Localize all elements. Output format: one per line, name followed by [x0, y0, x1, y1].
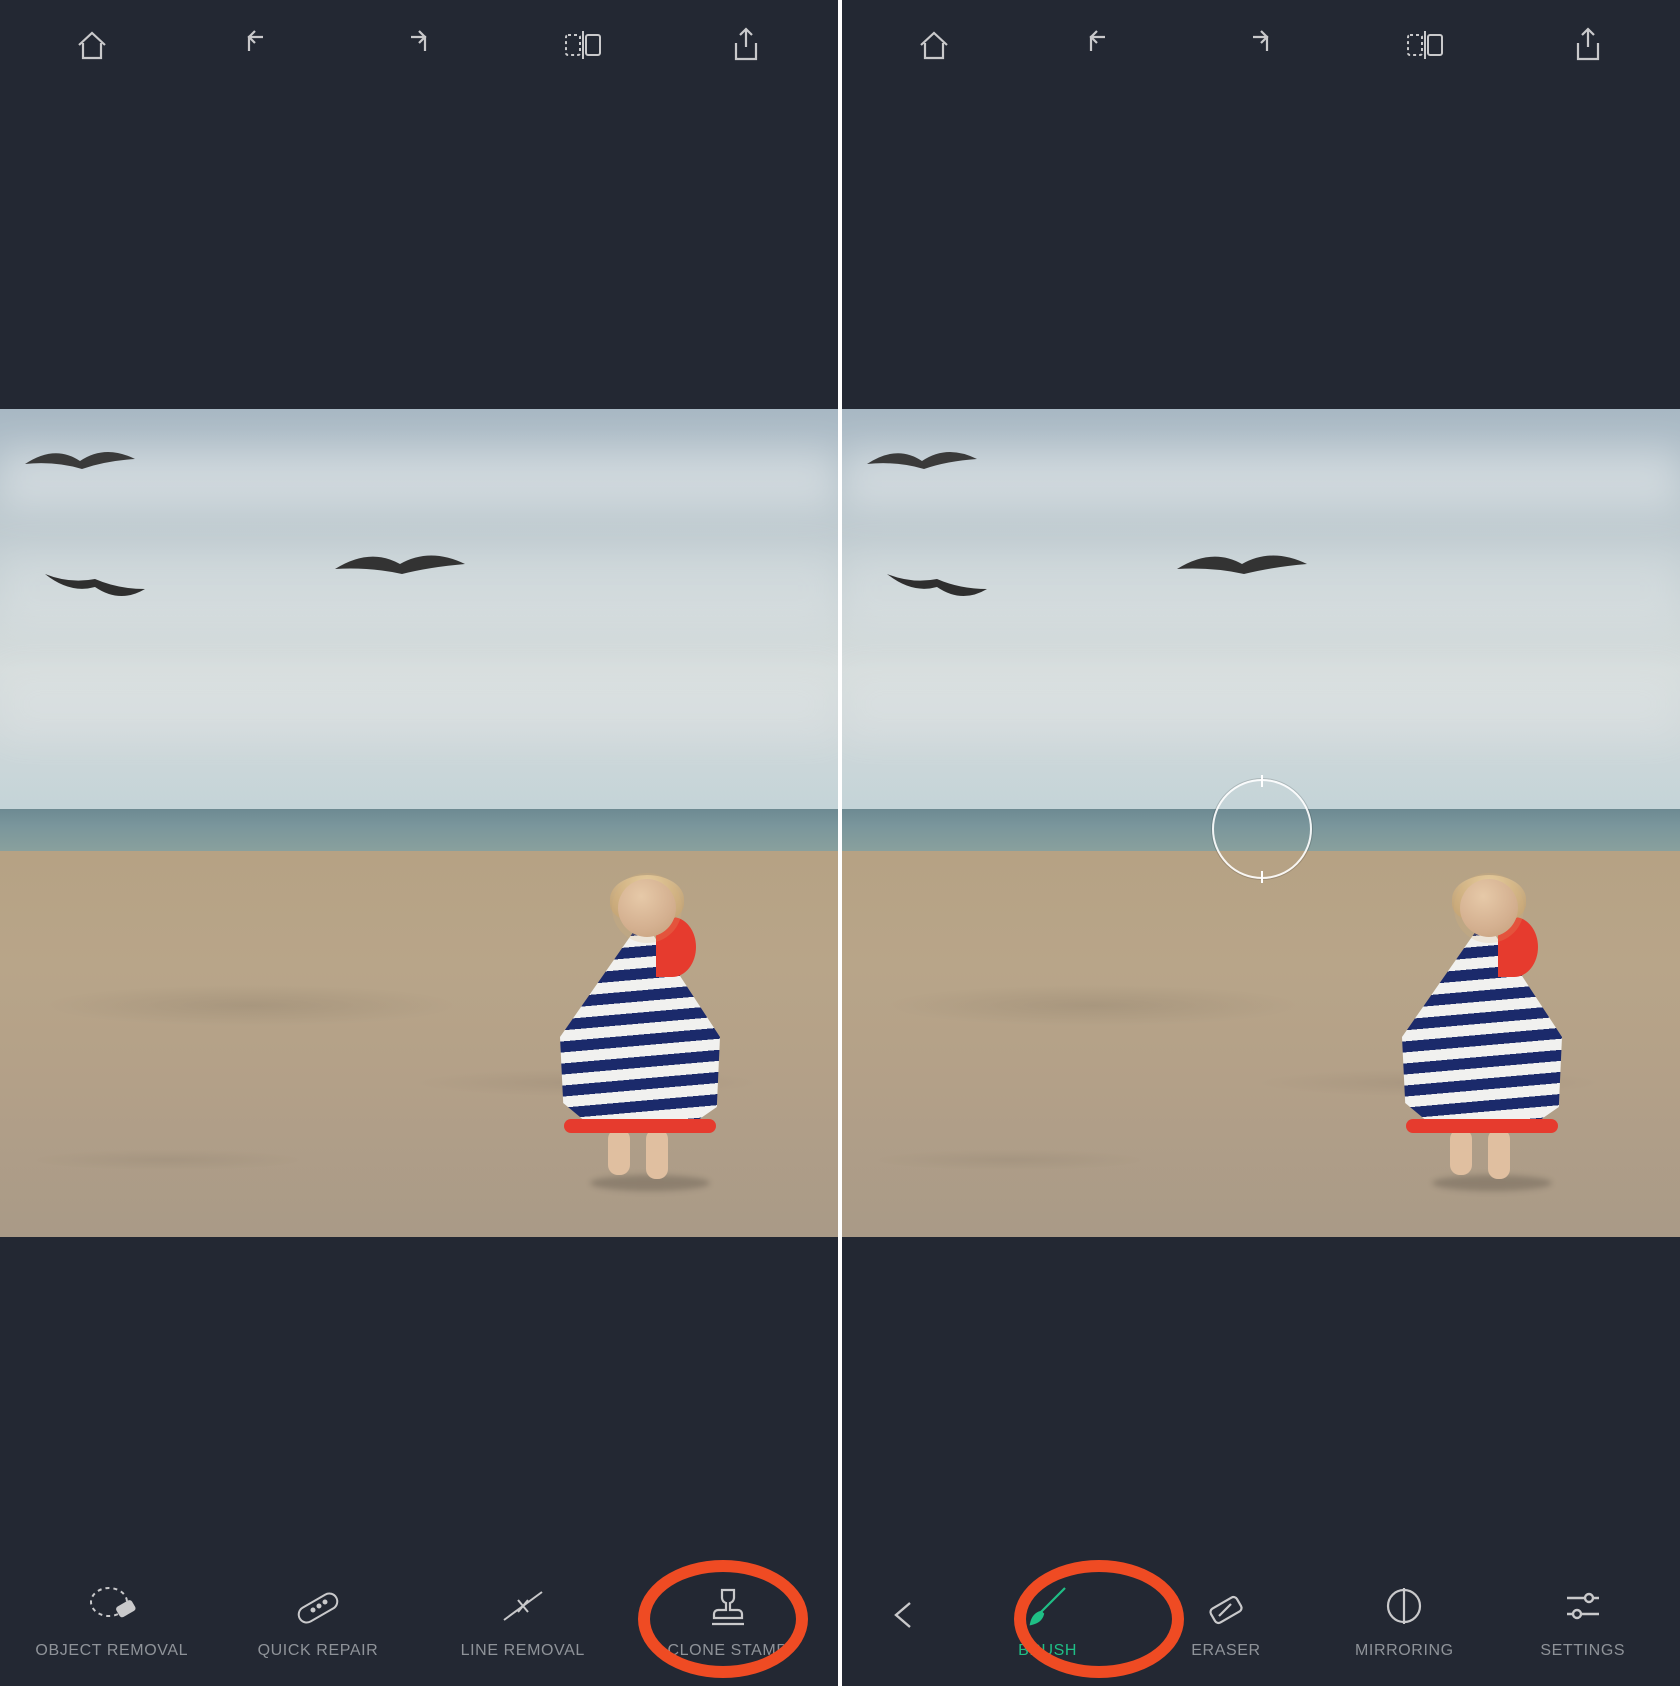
line-x-icon [496, 1582, 550, 1630]
canvas-area[interactable] [0, 90, 838, 1556]
tool-line-removal[interactable]: LINE REMOVAL [448, 1582, 598, 1660]
brush-icon [1023, 1582, 1073, 1630]
tool-label: SETTINGS [1540, 1642, 1625, 1660]
tool-label: LINE REMOVAL [461, 1642, 585, 1660]
undo-icon[interactable] [1073, 21, 1121, 69]
bird-1 [20, 439, 140, 489]
bottom-toolbar: BRUSH ERASER MIRRORING SETTINGS [842, 1556, 1680, 1686]
tool-back[interactable] [864, 1591, 944, 1651]
top-toolbar [0, 0, 838, 90]
tool-label: QUICK REPAIR [258, 1642, 379, 1660]
tool-quick-repair[interactable]: QUICK REPAIR [243, 1582, 393, 1660]
compare-icon[interactable] [1401, 21, 1449, 69]
tool-clone-stamp[interactable]: CLONE STAMP [653, 1582, 803, 1660]
redo-icon[interactable] [1237, 21, 1285, 69]
tool-brush[interactable]: BRUSH [973, 1582, 1123, 1660]
bird-3 [1172, 539, 1312, 599]
share-icon[interactable] [1564, 21, 1612, 69]
stamp-icon [704, 1582, 752, 1630]
redo-icon[interactable] [395, 21, 443, 69]
photo-canvas[interactable] [0, 409, 838, 1237]
left-app-panel: OBJECT REMOVAL QUICK REPAIR LINE REMOVAL… [0, 0, 838, 1686]
child-figure [1402, 879, 1562, 1189]
tool-object-removal[interactable]: OBJECT REMOVAL [35, 1582, 188, 1660]
tool-eraser[interactable]: ERASER [1151, 1582, 1301, 1660]
top-toolbar [842, 0, 1680, 90]
tool-label: BRUSH [1018, 1642, 1077, 1660]
child-figure [560, 879, 720, 1189]
undo-icon[interactable] [231, 21, 279, 69]
eraser-icon [1201, 1582, 1251, 1630]
right-app-panel: BRUSH ERASER MIRRORING SETTINGS [842, 0, 1680, 1686]
tool-label: CLONE STAMP [668, 1642, 788, 1660]
mirror-icon [1380, 1582, 1428, 1630]
home-icon[interactable] [910, 21, 958, 69]
bird-1 [862, 439, 982, 489]
tool-label: ERASER [1191, 1642, 1260, 1660]
photo-canvas[interactable] [842, 409, 1680, 1237]
tool-label: MIRRORING [1355, 1642, 1454, 1660]
bird-2 [882, 559, 992, 619]
sliders-icon [1559, 1582, 1607, 1630]
clone-source-crosshair[interactable] [1212, 779, 1312, 879]
back-arrow-icon [884, 1591, 924, 1639]
home-icon[interactable] [68, 21, 116, 69]
tool-mirroring[interactable]: MIRRORING [1329, 1582, 1479, 1660]
lasso-eraser-icon [85, 1582, 139, 1630]
bandage-icon [291, 1582, 345, 1630]
bottom-toolbar: OBJECT REMOVAL QUICK REPAIR LINE REMOVAL… [0, 1556, 838, 1686]
compare-icon[interactable] [559, 21, 607, 69]
canvas-area[interactable] [842, 90, 1680, 1556]
bird-3 [330, 539, 470, 599]
share-icon[interactable] [722, 21, 770, 69]
tool-label: OBJECT REMOVAL [35, 1642, 188, 1660]
bird-2 [40, 559, 150, 619]
tool-settings[interactable]: SETTINGS [1508, 1582, 1658, 1660]
